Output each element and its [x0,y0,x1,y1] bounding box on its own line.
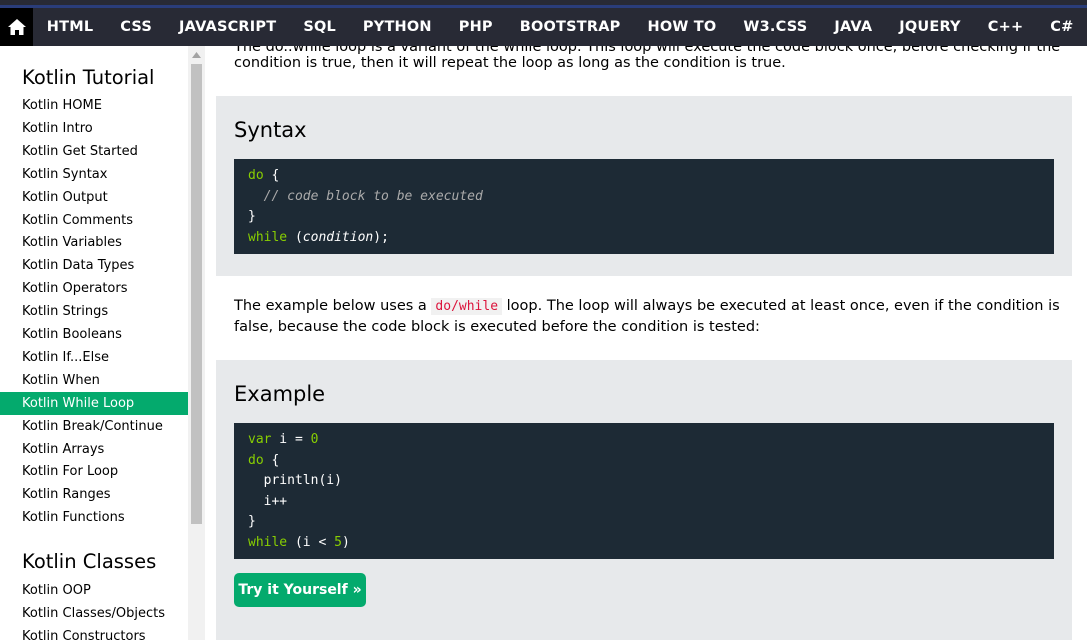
nav-item-sql[interactable]: SQL [290,8,350,46]
sidebar-item-kotlin-while-loop[interactable]: Kotlin While Loop [0,391,188,415]
example-text: The example below uses a [234,298,432,314]
nav-item-jquery[interactable]: JQUERY [886,8,974,46]
top-navbar: HTML CSS JAVASCRIPT SQL PYTHON PHP BOOTSTRAP HO… [0,8,1087,46]
nav-item-python[interactable]: PYTHON [349,8,445,46]
syntax-code-block: do { // code block to be executed } whil… [234,159,1054,254]
sidebar-item-kotlin-functions[interactable]: Kotlin Functions [0,506,188,529]
example-description: The example below uses a do/while loop. … [234,296,1064,338]
code-text: i++ [248,493,288,509]
nav-item-cplusplus[interactable]: C++ [974,8,1037,46]
sidebar-item-kotlin-booleans[interactable]: Kotlin Booleans [0,323,188,346]
example-code-block: var i = 0 do { println(i) i++ } while (i… [234,423,1054,559]
sidebar-item-kotlin-break-continue[interactable]: Kotlin Break/Continue [0,415,188,438]
code-text: ) [341,534,350,550]
nav-item-java[interactable]: JAVA [821,8,886,46]
code-comment: // code block to be executed [248,188,483,204]
example-title: Example [234,382,326,406]
sidebar-scrollbar[interactable] [188,46,205,640]
scrollbar-thumb[interactable] [191,64,202,524]
code-keyword: do [248,168,264,183]
code-text: condition [302,229,374,245]
syntax-title: Syntax [234,118,307,142]
top-strip [0,0,1087,8]
inline-code: do/while [431,298,503,315]
code-number: 5 [334,534,342,550]
sidebar-item-kotlin-arrays[interactable]: Kotlin Arrays [0,438,188,461]
sidebar-item-kotlin-syntax[interactable]: Kotlin Syntax [0,163,188,186]
home-icon [7,19,26,35]
code-text: { [263,168,280,183]
sidebar-item-kotlin-oop[interactable]: Kotlin OOP [0,579,188,602]
sidebar-item-kotlin-ranges[interactable]: Kotlin Ranges [0,483,188,506]
nav-item-css[interactable]: CSS [107,8,166,46]
try-it-yourself-button[interactable]: Try it Yourself » [234,573,366,607]
sidebar-item-kotlin-intro[interactable]: Kotlin Intro [0,117,188,140]
nav-item-w3-css[interactable]: W3.CSS [730,8,821,46]
syntax-panel: Syntax do { // code block to be executed… [216,96,1072,276]
main-content: The do..while loop is a variant of the w… [205,46,1087,640]
code-text: i = [271,432,311,447]
nav-item-how-to[interactable]: HOW TO [634,8,730,46]
scroll-up-arrow-icon[interactable] [188,46,205,63]
nav-item-bootstrap[interactable]: BOOTSTRAP [506,8,634,46]
sidebar-menu: Kotlin Tutorial Kotlin Classes Kotlin HO… [0,46,188,640]
nav-home-button[interactable] [0,8,34,46]
sidebar-heading-kotlin-classes: Kotlin Classes [22,550,157,573]
code-keyword: do [248,452,264,468]
code-text: (i < [287,534,335,550]
sidebar-item-kotlin-strings[interactable]: Kotlin Strings [0,300,188,323]
nav-item-csharp[interactable]: C# [1037,8,1087,46]
code-keyword: while [248,229,288,245]
sidebar-item-kotlin-home[interactable]: Kotlin HOME [0,94,188,117]
sidebar-item-kotlin-output[interactable]: Kotlin Output [0,186,188,209]
example-panel: Example var i = 0 do { println(i) i++ } … [216,360,1072,640]
sidebar-item-kotlin-operators[interactable]: Kotlin Operators [0,277,188,300]
intro-paragraph: condition is true, then it will repeat t… [234,55,786,71]
sidebar: Kotlin Tutorial Kotlin Classes Kotlin HO… [0,46,205,640]
code-keyword: while [248,534,288,550]
sidebar-item-kotlin-when[interactable]: Kotlin When [0,369,188,392]
sidebar-item-kotlin-get-started[interactable]: Kotlin Get Started [0,140,188,163]
sidebar-item-kotlin-constructors[interactable]: Kotlin Constructors [0,625,188,640]
code-text: ); [373,229,389,245]
code-keyword: var [248,432,272,447]
nav-item-php[interactable]: PHP [445,8,506,46]
code-text: { [263,452,280,468]
sidebar-item-kotlin-for-loop[interactable]: Kotlin For Loop [0,460,188,483]
code-text: } [248,514,256,529]
sidebar-item-kotlin-comments[interactable]: Kotlin Comments [0,209,188,232]
sidebar-item-kotlin-classes-objects[interactable]: Kotlin Classes/Objects [0,602,188,625]
sidebar-item-kotlin-data-types[interactable]: Kotlin Data Types [0,254,188,277]
code-text: ( [287,229,303,245]
code-text: println(i) [248,473,342,488]
sidebar-item-kotlin-if-else[interactable]: Kotlin If...Else [0,346,188,369]
nav-item-javascript[interactable]: JAVASCRIPT [166,8,290,46]
nav-item-html[interactable]: HTML [33,8,107,46]
code-number: 0 [310,432,319,447]
code-text: } [248,209,256,224]
sidebar-item-kotlin-variables[interactable]: Kotlin Variables [0,231,188,254]
sidebar-heading-kotlin-tutorial: Kotlin Tutorial [22,66,155,89]
